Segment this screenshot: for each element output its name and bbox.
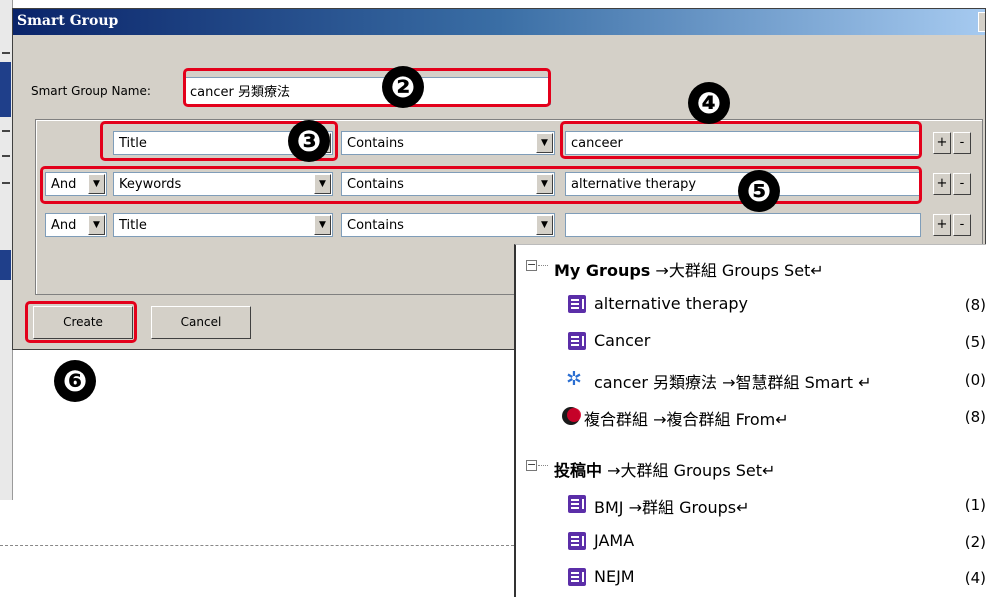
remove-row-button[interactable]: - — [953, 214, 971, 236]
background-highlight — [0, 250, 11, 280]
annotation-frame-row2 — [40, 166, 922, 204]
tree-item-count: (0) — [964, 371, 986, 389]
tree-item-count: (4) — [964, 569, 986, 587]
operator-select-3[interactable]: Contains ▼ — [341, 213, 555, 237]
dialog-titlebar[interactable]: Smart Group — [13, 9, 985, 35]
tree-item-label: BMJ →群組 Groups↵ — [594, 498, 750, 517]
field-select-3[interactable]: Title ▼ — [113, 213, 333, 237]
step-3-marker: ❸ — [288, 120, 330, 162]
tree-group-note: →大群組 Groups Set↵ — [655, 261, 824, 280]
field-select-3-value: Title — [119, 218, 147, 233]
operator-select-1-value: Contains — [347, 136, 404, 151]
tree-item-count: (8) — [964, 296, 986, 314]
group-icon — [568, 532, 586, 550]
smart-group-name-label: Smart Group Name: — [31, 84, 151, 98]
tree-item-label: 複合群組 →複合群組 From↵ — [584, 410, 789, 429]
cancel-button[interactable]: Cancel — [151, 306, 251, 339]
tree-item-count: (8) — [964, 408, 986, 426]
background-line — [2, 155, 10, 157]
dotted-divider — [0, 545, 514, 546]
tree-connector — [538, 465, 548, 466]
collapse-icon[interactable]: − — [526, 459, 537, 471]
add-row-button[interactable]: + — [933, 173, 951, 195]
tree-item-label: cancer 另類療法 →智慧群組 Smart ↵ — [594, 373, 872, 392]
dialog-title: Smart Group — [17, 13, 119, 29]
background-highlight — [0, 62, 11, 117]
close-icon[interactable] — [978, 12, 985, 32]
background-line — [2, 182, 10, 184]
annotation-frame-create — [25, 301, 137, 343]
group-icon — [568, 332, 586, 350]
group-icon — [568, 568, 586, 586]
combined-group-icon — [562, 407, 581, 425]
operator-select-1[interactable]: Contains ▼ — [341, 131, 555, 155]
tree-group-label: 投稿中 →大群組 Groups Set↵ — [554, 457, 775, 481]
tree-item-label: NEJM — [594, 567, 635, 586]
tree-group-title: 投稿中 — [554, 461, 603, 480]
annotation-frame-name — [183, 68, 551, 107]
tree-group-submitting[interactable]: − 投稿中 →大群組 Groups Set↵ — [516, 453, 986, 483]
value-input-3[interactable] — [565, 213, 921, 237]
step-6-marker: ❻ — [54, 360, 96, 402]
background-line — [2, 52, 10, 54]
operator-select-3-value: Contains — [347, 218, 404, 233]
tree-group-my-groups[interactable]: − My Groups →大群組 Groups Set↵ — [516, 253, 986, 283]
tree-group-label: My Groups →大群組 Groups Set↵ — [554, 257, 824, 281]
tree-item-label: Cancer — [594, 331, 651, 350]
tree-item[interactable]: BMJ →群組 Groups↵ (1) — [516, 490, 986, 520]
chevron-down-icon[interactable]: ▼ — [536, 133, 553, 153]
step-4-marker: ❹ — [688, 82, 730, 124]
add-row-button[interactable]: + — [933, 214, 951, 236]
tree-item[interactable]: NEJM (4) — [516, 563, 986, 593]
tree-item-count: (5) — [964, 333, 986, 351]
gear-icon: ✲ — [566, 368, 582, 390]
tree-item-count: (2) — [964, 533, 986, 551]
background-line — [2, 130, 10, 132]
groups-tree-panel: − My Groups →大群組 Groups Set↵ alternative… — [514, 244, 986, 597]
tree-item[interactable]: 複合群組 →複合群組 From↵ (8) — [516, 402, 986, 432]
step-2-marker: ❷ — [382, 66, 424, 108]
tree-connector — [538, 265, 548, 266]
chevron-down-icon[interactable]: ▼ — [88, 215, 105, 235]
remove-row-button[interactable]: - — [953, 132, 971, 154]
annotation-frame-value — [560, 121, 922, 159]
group-icon — [568, 295, 586, 313]
bool-select-3-value: And — [51, 218, 77, 233]
remove-row-button[interactable]: - — [953, 173, 971, 195]
tree-item-count: (1) — [964, 496, 986, 514]
bool-select-3[interactable]: And ▼ — [45, 213, 107, 237]
tree-item[interactable]: JAMA (2) — [516, 527, 986, 557]
step-5-marker: ❺ — [738, 170, 780, 212]
tree-item[interactable]: Cancer (5) — [516, 327, 986, 357]
tree-group-title: My Groups — [554, 261, 651, 280]
tree-item-label: JAMA — [594, 531, 635, 550]
chevron-down-icon[interactable]: ▼ — [314, 215, 331, 235]
tree-group-note: →大群組 Groups Set↵ — [607, 461, 776, 480]
collapse-icon[interactable]: − — [526, 259, 537, 271]
tree-item-label: alternative therapy — [594, 294, 748, 313]
add-row-button[interactable]: + — [933, 132, 951, 154]
tree-item[interactable]: ✲ cancer 另類療法 →智慧群組 Smart ↵ (0) — [516, 365, 986, 395]
group-icon — [568, 495, 586, 513]
tree-item[interactable]: alternative therapy (8) — [516, 290, 986, 320]
chevron-down-icon[interactable]: ▼ — [536, 215, 553, 235]
